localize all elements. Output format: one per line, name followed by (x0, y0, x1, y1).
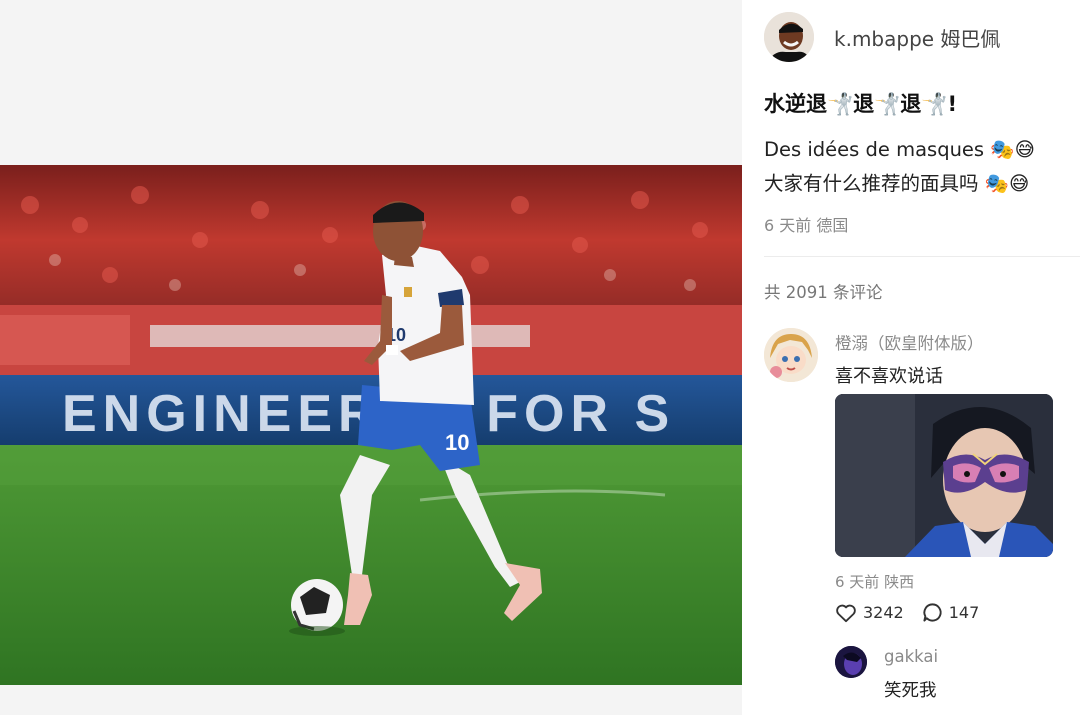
comment-count: 共 2091 条评论 (764, 283, 883, 302)
reply-button[interactable]: 147 (922, 602, 980, 623)
shorts-number: 10 (445, 430, 469, 455)
author-row[interactable]: k.mbappe 姆巴佩 (764, 12, 1000, 62)
speech-bubble-icon (923, 603, 942, 622)
post-title: 水逆退🤺退🤺退🤺! (764, 92, 958, 116)
commenter-avatar[interactable] (764, 328, 818, 382)
heart-outline-icon (836, 604, 856, 622)
comment-item: 橙溺（欧皇附体版） 喜不喜欢说话 6 天前 陕西 3242 147 (764, 328, 1080, 628)
comment-text: 喜不喜欢说话 (835, 366, 943, 387)
reply-avatar[interactable] (835, 646, 867, 678)
reply-count: 147 (948, 603, 980, 622)
comment-meta: 6 天前 陕西 (835, 573, 915, 591)
post-body-line: Des idées de masques 🎭😅 (764, 138, 1035, 161)
media-pane: ENGINEERED FOR S 10 10 (0, 0, 742, 715)
like-count: 3242 (863, 603, 904, 622)
reply-text: 笑死我 (884, 681, 937, 701)
post-photo[interactable]: ENGINEERED FOR S 10 10 (0, 165, 742, 685)
like-button[interactable]: 3242 (835, 603, 904, 623)
post-detail-pane: k.mbappe 姆巴佩 水逆退🤺退🤺退🤺! Des idées de masq… (742, 0, 1080, 715)
post-body-line: 大家有什么推荐的面具吗 🎭😅 (764, 172, 1030, 195)
reply-user-name[interactable]: gakkai (884, 647, 938, 666)
commenter-name[interactable]: 橙溺（欧皇附体版） (835, 330, 984, 354)
divider (764, 256, 1080, 257)
reply-item: gakkai 笑死我 (835, 646, 1075, 706)
comment-image[interactable] (835, 394, 1053, 557)
post-body: Des idées de masques 🎭😅 大家有什么推荐的面具吗 🎭😅 (764, 133, 1035, 201)
post-meta: 6 天前 德国 (764, 216, 849, 235)
author-name[interactable]: k.mbappe 姆巴佩 (834, 23, 1000, 52)
author-avatar[interactable] (764, 12, 814, 62)
comment-actions: 3242 147 (835, 602, 997, 623)
